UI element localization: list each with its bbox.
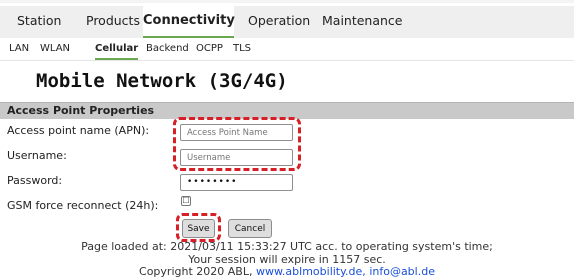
cancel-button[interactable]: Cancel: [228, 219, 272, 238]
password-input[interactable]: ••••••••: [180, 174, 293, 191]
footer-copyright: Copyright 2020 ABL,: [139, 265, 253, 278]
subtab-ocpp[interactable]: OCPP: [196, 38, 223, 60]
tab-connectivity[interactable]: Connectivity: [143, 6, 235, 38]
username-label: Username:: [7, 149, 67, 162]
subtab-cellular[interactable]: Cellular: [95, 38, 139, 60]
username-input[interactable]: [180, 149, 293, 166]
footer-website-link[interactable]: www.ablmobility.de,: [256, 265, 366, 278]
gsm-reconnect-checkbox[interactable]: ☐: [181, 196, 191, 206]
subtab-backend[interactable]: Backend: [146, 38, 189, 60]
footer-page-loaded: Page loaded at: 2021/03/11 15:33:27 UTC …: [81, 240, 493, 253]
tab-station[interactable]: Station: [17, 6, 61, 38]
top-strip: [0, 0, 574, 3]
apn-input[interactable]: [180, 124, 293, 141]
page-title: Mobile Network (3G/4G): [36, 70, 288, 92]
footer-email-link[interactable]: info@abl.de: [369, 265, 435, 278]
section-header: Access Point Properties: [0, 102, 574, 119]
sub-nav: LAN WLAN Cellular Backend OCPP TLS: [0, 38, 574, 61]
main-nav: Station Products Connectivity Operation …: [0, 6, 574, 38]
subtab-tls[interactable]: TLS: [233, 38, 251, 60]
save-button[interactable]: Save: [182, 219, 215, 238]
apn-label: Access point name (APN):: [7, 124, 150, 137]
subtab-wlan[interactable]: WLAN: [40, 38, 70, 60]
tab-products[interactable]: Products: [86, 6, 140, 38]
tab-maintenance[interactable]: Maintenance: [322, 6, 403, 38]
section-title: Access Point Properties: [7, 104, 155, 117]
gsm-reconnect-label: GSM force reconnect (24h):: [7, 199, 159, 212]
password-label: Password:: [7, 174, 63, 187]
tab-operation[interactable]: Operation: [248, 6, 310, 38]
subtab-lan[interactable]: LAN: [9, 38, 29, 60]
footer-copyright-line: Copyright 2020 ABL, www.ablmobility.de, …: [0, 265, 574, 278]
